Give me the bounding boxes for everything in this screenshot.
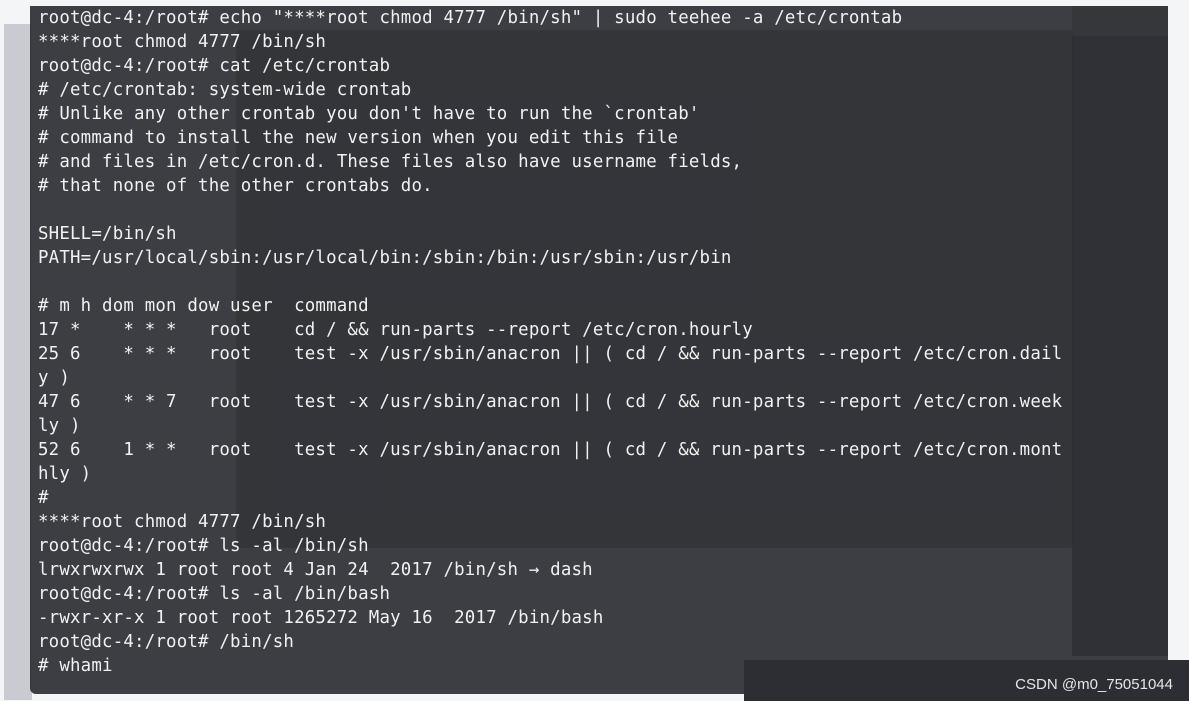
terminal-line: 25 6 * * * root test -x /usr/sbin/anacro… (38, 344, 1063, 364)
background-edge (4, 24, 32, 700)
terminal-line: # (38, 488, 49, 508)
terminal-line: # m h dom mon dow user command (38, 296, 369, 316)
terminal-line: ly ) (38, 416, 81, 436)
terminal-line: root@dc-4:/root# /bin/sh (38, 632, 295, 652)
terminal-output: root@dc-4:/root# echo "****root chmod 47… (38, 6, 1062, 678)
terminal-line: PATH=/usr/local/sbin:/usr/local/bin:/sbi… (38, 248, 732, 268)
terminal-line: lrwxrwxrwx 1 root root 4 Jan 24 2017 /bi… (38, 560, 593, 580)
terminal-line: 52 6 1 * * root test -x /usr/sbin/anacro… (38, 440, 1063, 460)
terminal-line: root@dc-4:/root# ls -al /bin/sh (38, 536, 369, 556)
terminal-line: root@dc-4:/root# ls -al /bin/bash (38, 584, 391, 604)
terminal-line: # Unlike any other crontab you don't hav… (38, 104, 700, 124)
terminal-line: root@dc-4:/root# cat /etc/crontab (38, 56, 391, 76)
terminal-line: y ) (38, 368, 71, 388)
terminal-line: 17 * * * * root cd / && run-parts --repo… (38, 320, 753, 340)
terminal-line: # and files in /etc/cron.d. These files … (38, 152, 743, 172)
terminal-line: SHELL=/bin/sh (38, 224, 177, 244)
terminal-line: # that none of the other crontabs do. (38, 176, 433, 196)
terminal-line: ****root chmod 4777 /bin/sh (38, 32, 327, 52)
terminal-line: # command to install the new version whe… (38, 128, 679, 148)
terminal-line: root@dc-4:/root# echo "****root chmod 47… (38, 8, 903, 28)
watermark: CSDN @m0_75051044 (1015, 676, 1173, 693)
terminal-line: 47 6 * * 7 root test -x /usr/sbin/anacro… (38, 392, 1063, 412)
terminal-line: # /etc/crontab: system-wide crontab (38, 80, 412, 100)
terminal-line: hly ) (38, 464, 92, 484)
terminal-line: -rwxr-xr-x 1 root root 1265272 May 16 20… (38, 608, 604, 628)
terminal-line: ****root chmod 4777 /bin/sh (38, 512, 327, 532)
screenshot-page: root@dc-4:/root# echo "****root chmod 47… (0, 0, 1189, 701)
terminal-window[interactable]: root@dc-4:/root# echo "****root chmod 47… (30, 6, 1168, 694)
